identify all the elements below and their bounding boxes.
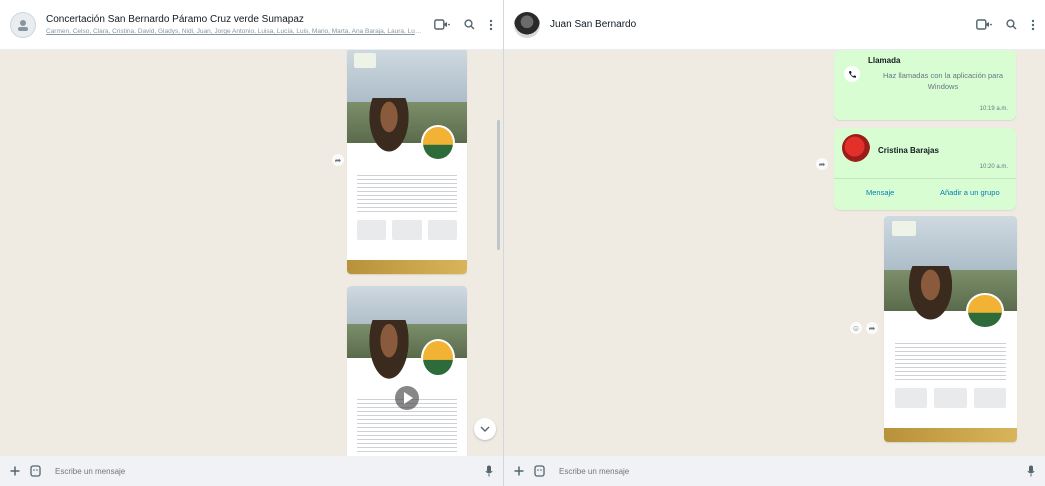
call-title: Llamada <box>868 56 901 65</box>
contact-card-time: 10:20 a.m. <box>979 164 1008 170</box>
plus-icon <box>514 466 524 476</box>
right-chat-header[interactable]: Juan San Bernardo <box>504 0 1045 50</box>
video-play-button[interactable] <box>395 386 419 410</box>
contact-avatar[interactable] <box>514 11 540 38</box>
right-composer <box>504 456 1045 486</box>
sticker-icon <box>30 465 41 477</box>
contact-card-avatar <box>842 134 870 162</box>
contact-card-bubble[interactable]: Cristina Barajas 10:20 a.m. Mensaje Añad… <box>834 128 1016 210</box>
scroll-down-button[interactable] <box>474 418 496 440</box>
attach-button[interactable] <box>10 466 20 476</box>
search-icon <box>1006 19 1017 30</box>
sticker-icon <box>534 465 545 477</box>
chevron-down-icon <box>480 426 490 432</box>
left-chat-title: Concertación San Bernardo Páramo Cruz ve… <box>46 14 304 25</box>
left-composer <box>0 456 503 486</box>
search-icon <box>464 19 475 30</box>
sticker-button[interactable] <box>534 465 545 477</box>
right-chat-info[interactable]: Juan San Bernardo <box>550 19 964 30</box>
left-chat-participants: Carmen, Celso, Clara, Cristina, David, G… <box>46 28 422 35</box>
whatsapp-web-app: Concertación San Bernardo Páramo Cruz ve… <box>0 0 1045 486</box>
contact-message-button[interactable]: Mensaje <box>866 188 894 197</box>
video-call-button[interactable] <box>434 19 450 30</box>
call-time: 10:19 a.m. <box>979 106 1008 112</box>
call-description: Haz llamadas con la aplicación para Wind… <box>882 71 1004 91</box>
right-chat-pane: Juan San Bernardo Llamada Haz llamadas c… <box>503 0 1045 486</box>
sticker-button[interactable] <box>30 465 41 477</box>
video-call-button[interactable] <box>976 19 992 30</box>
menu-icon <box>489 19 493 30</box>
plus-icon <box>10 466 20 476</box>
pane-scrollbar[interactable] <box>497 120 500 250</box>
call-message-bubble[interactable]: Llamada Haz llamadas con la aplicación p… <box>834 50 1016 120</box>
group-avatar[interactable] <box>10 11 36 38</box>
left-chat-pane: Concertación San Bernardo Páramo Cruz ve… <box>0 0 503 486</box>
contact-add-group-button[interactable]: Añadir a un grupo <box>940 188 1000 197</box>
mic-icon <box>1027 465 1035 477</box>
menu-button[interactable] <box>1031 19 1035 31</box>
left-chat-header[interactable]: Concertación San Bernardo Páramo Cruz ve… <box>0 0 503 50</box>
emoji-reaction-icon[interactable]: ☺ <box>850 322 862 334</box>
video-call-icon <box>434 19 450 30</box>
voice-message-button[interactable] <box>1027 465 1035 477</box>
contact-card-name: Cristina Barajas <box>878 146 939 155</box>
left-chat-messages[interactable]: ➦ <box>0 50 503 456</box>
poster-logo <box>354 52 376 69</box>
message-input[interactable] <box>555 461 1017 481</box>
video-call-icon <box>976 19 992 30</box>
poster-image-message[interactable] <box>884 216 1017 442</box>
forward-icon[interactable]: ➦ <box>816 158 828 170</box>
right-chat-title: Juan San Bernardo <box>550 19 637 30</box>
attach-button[interactable] <box>514 466 524 476</box>
right-chat-messages[interactable]: Llamada Haz llamadas con la aplicación p… <box>504 50 1045 456</box>
group-icon <box>18 19 28 31</box>
phone-icon <box>844 66 860 82</box>
message-input[interactable] <box>51 461 475 481</box>
search-button[interactable] <box>464 19 475 30</box>
poster-logo <box>891 220 916 237</box>
voice-message-button[interactable] <box>485 465 493 477</box>
menu-icon <box>1031 19 1035 30</box>
forward-icon[interactable]: ➦ <box>332 154 344 166</box>
menu-button[interactable] <box>489 19 493 31</box>
poster-image-message[interactable] <box>347 50 467 274</box>
mic-icon <box>485 465 493 477</box>
forward-icon[interactable]: ➦ <box>866 322 878 334</box>
poster-video-message[interactable] <box>347 286 467 456</box>
left-chat-info[interactable]: Concertación San Bernardo Páramo Cruz ve… <box>46 14 422 35</box>
search-button[interactable] <box>1006 19 1017 30</box>
